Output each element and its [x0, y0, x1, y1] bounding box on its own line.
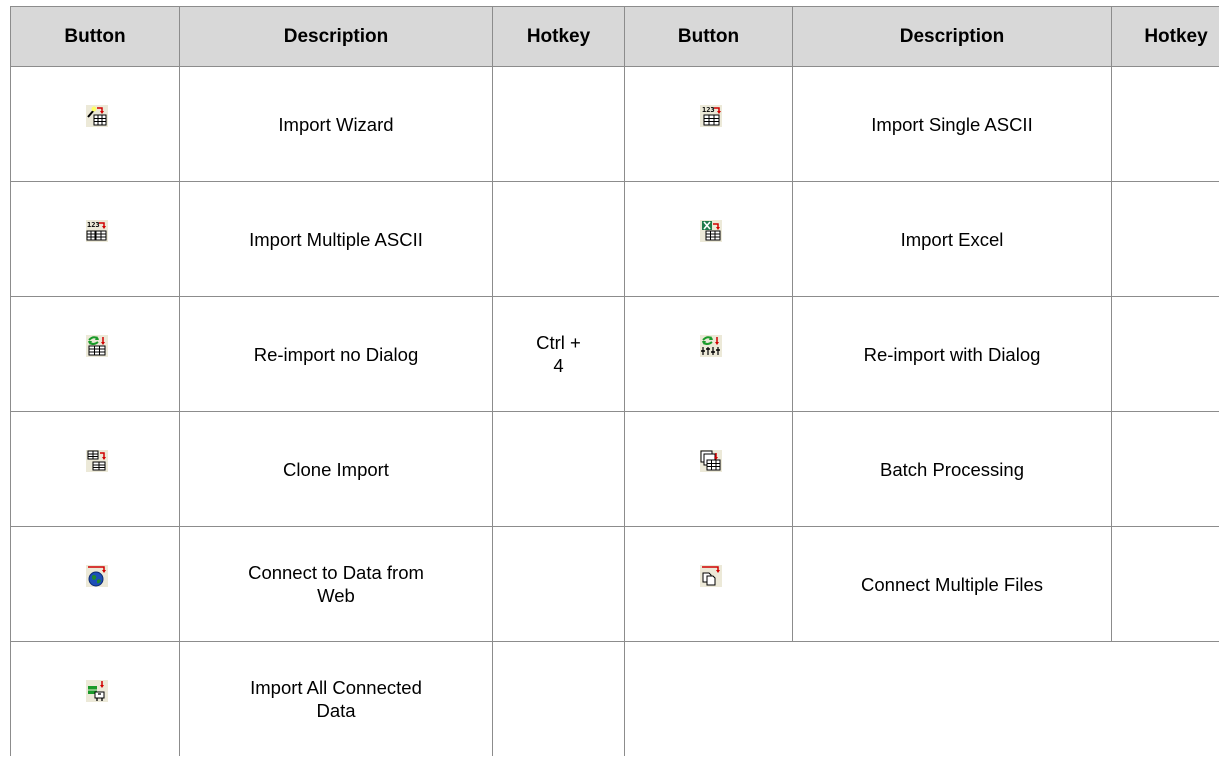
- header-hotkey: Hotkey: [492, 6, 625, 67]
- hotkey-cell: [1111, 296, 1219, 412]
- table-row: Re-import no Dialog Ctrl + 4 Re-import w…: [10, 296, 1219, 412]
- description-cell: Re-import no Dialog: [179, 296, 493, 412]
- svg-text:123: 123: [702, 106, 715, 114]
- header-button: Button: [10, 6, 180, 67]
- hotkey-cell: [492, 526, 625, 642]
- header-button-2: Button: [624, 6, 793, 67]
- description-cell: Import Excel: [792, 181, 1112, 297]
- import-excel-icon[interactable]: [698, 218, 723, 243]
- header-description-2: Description: [792, 6, 1112, 67]
- svg-text:123: 123: [87, 221, 100, 229]
- button-cell: [624, 296, 793, 412]
- description-cell: Connect to Data from Web: [179, 526, 493, 642]
- header-row: Button Description Hotkey Button Descrip…: [10, 6, 1219, 67]
- hotkey-cell: [1111, 526, 1219, 642]
- header-description: Description: [179, 6, 493, 67]
- description-cell: Import All Connected Data: [179, 641, 493, 756]
- hotkey-cell: [1111, 181, 1219, 297]
- hotkey-cell: [492, 411, 625, 527]
- table-row: Import All Connected Data: [10, 641, 1219, 756]
- hotkey-cell: [492, 641, 625, 756]
- description-cell: Import Wizard: [179, 66, 493, 182]
- button-cell: [10, 641, 180, 756]
- button-cell: [10, 296, 180, 412]
- button-cell: [624, 181, 793, 297]
- connect-web-data-icon[interactable]: [85, 563, 109, 588]
- reimport-with-dialog-icon[interactable]: [698, 333, 723, 358]
- description-cell: Batch Processing: [792, 411, 1112, 527]
- button-cell: [10, 526, 180, 642]
- toolbar-buttons-table: Button Description Hotkey Button Descrip…: [10, 6, 1219, 756]
- button-cell: 123: [10, 181, 180, 297]
- import-multiple-ascii-icon[interactable]: 123: [85, 218, 109, 243]
- header-hotkey-2: Hotkey: [1111, 6, 1219, 67]
- hotkey-cell: [1111, 66, 1219, 182]
- table-row: Connect to Data from Web Connect Multipl…: [10, 526, 1219, 642]
- description-cell: Import Multiple ASCII: [179, 181, 493, 297]
- hotkey-cell: [492, 66, 625, 182]
- table-row: 123 Import Multiple ASCII Import Excel: [10, 181, 1219, 297]
- hotkey-cell: [1111, 411, 1219, 527]
- batch-processing-icon[interactable]: [698, 448, 723, 473]
- table-row: Import Wizard 123 Import Single ASCII: [10, 66, 1219, 182]
- button-cell: [624, 411, 793, 527]
- hotkey-cell: Ctrl + 4: [492, 296, 625, 412]
- button-cell: [10, 411, 180, 527]
- button-cell: 123: [624, 66, 793, 182]
- button-cell: [624, 526, 793, 642]
- clone-import-icon[interactable]: [85, 448, 109, 473]
- description-cell: Clone Import: [179, 411, 493, 527]
- button-cell: [10, 66, 180, 182]
- table-row: Clone Import Batch Processing: [10, 411, 1219, 527]
- connect-multiple-files-icon[interactable]: [698, 563, 723, 588]
- reimport-no-dialog-icon[interactable]: [85, 333, 109, 358]
- import-single-ascii-icon[interactable]: 123: [698, 103, 723, 128]
- empty-cell: [624, 641, 1219, 756]
- description-cell: Import Single ASCII: [792, 66, 1112, 182]
- hotkey-cell: [492, 181, 625, 297]
- description-cell: Connect Multiple Files: [792, 526, 1112, 642]
- import-all-connected-icon[interactable]: [85, 678, 109, 703]
- import-wizard-icon[interactable]: [85, 103, 109, 128]
- description-cell: Re-import with Dialog: [792, 296, 1112, 412]
